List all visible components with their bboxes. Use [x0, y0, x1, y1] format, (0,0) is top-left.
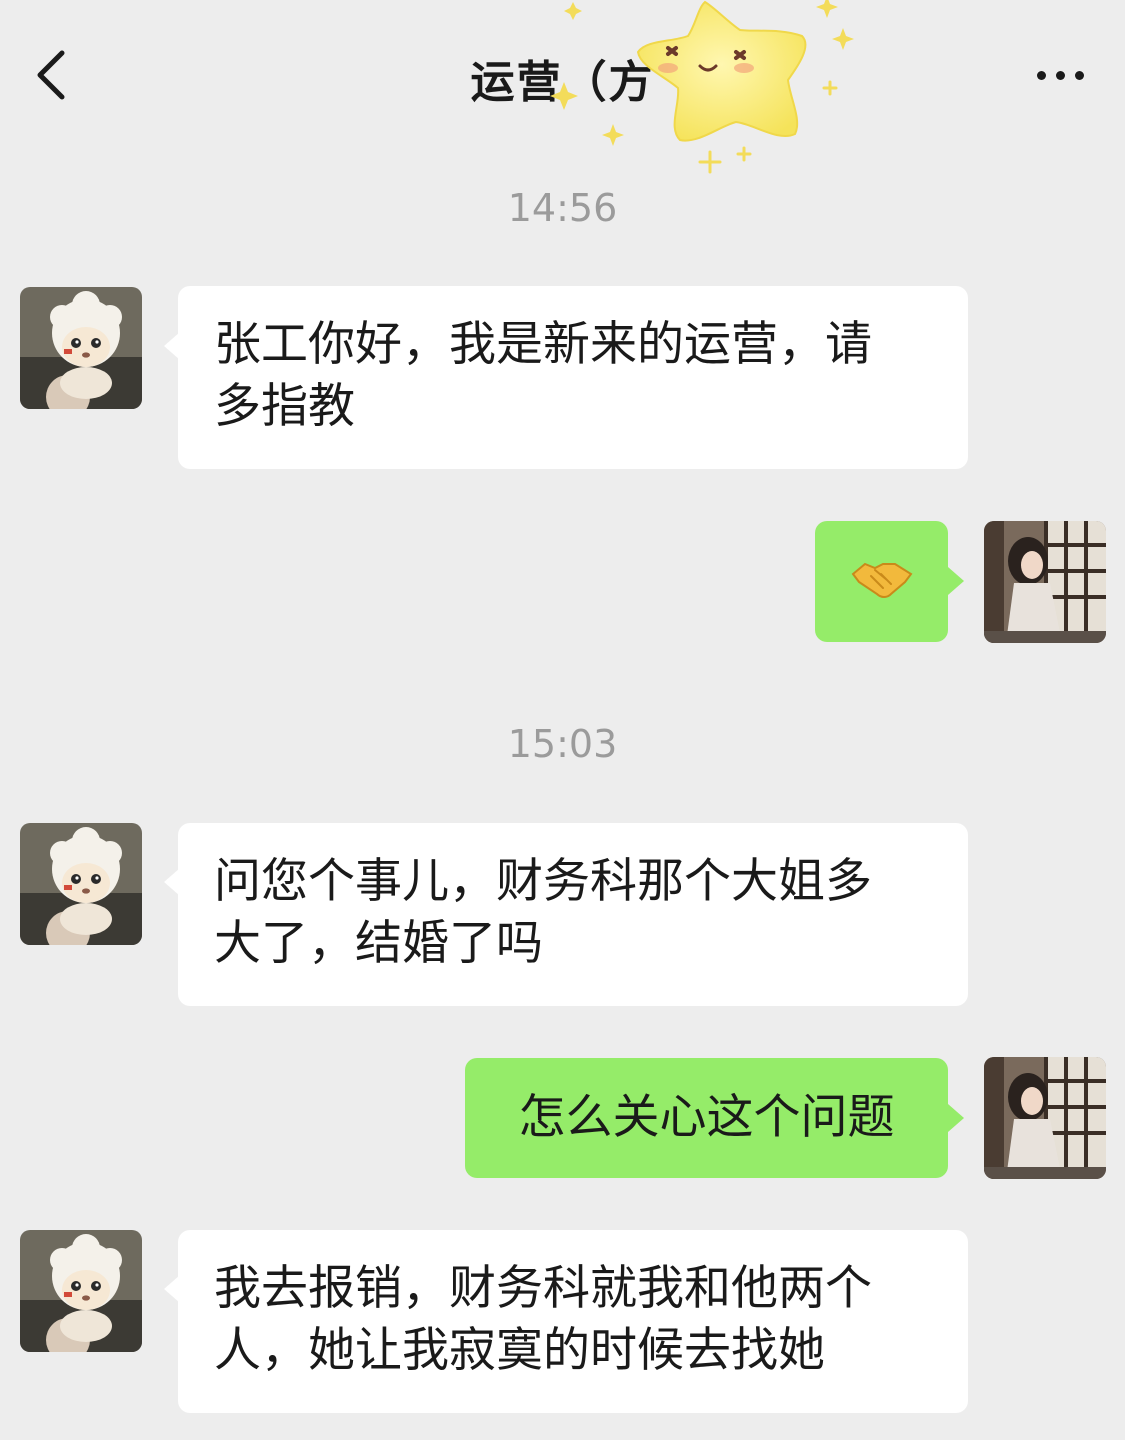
- girl-avatar-image: [984, 521, 1106, 643]
- more-dots-icon: [1036, 70, 1046, 80]
- message-text-line: 问您个事儿，财务科那个大姐多: [214, 854, 872, 909]
- smiling-star-sticker: [550, 0, 854, 174]
- sheep-avatar-image: [20, 287, 142, 409]
- message-text-line: 我去报销，财务科就我和他两个: [214, 1261, 872, 1316]
- sheep-cartoon-avatar[interactable]: [20, 287, 142, 409]
- message-text: 怎么关心这个问题: [518, 1090, 895, 1145]
- message-text-line: 人，她让我寂寞的时候去找她: [214, 1323, 825, 1378]
- sheep-cartoon-avatar[interactable]: [20, 1230, 142, 1352]
- message-text-line: 大了，结婚了吗: [214, 916, 543, 971]
- handshake-icon: [851, 554, 913, 610]
- message-text-line: 张工你好，我是新来的运营，请: [214, 317, 872, 372]
- sheep-avatar-image: [20, 823, 142, 945]
- girl-photo-avatar[interactable]: [984, 521, 1106, 643]
- message-timestamp: 14:56: [507, 186, 618, 230]
- girl-photo-avatar[interactable]: [984, 1057, 1106, 1179]
- outgoing-message-bubble[interactable]: 怎么关心这个问题: [465, 1058, 948, 1178]
- incoming-message-bubble[interactable]: 张工你好，我是新来的运营，请 多指教: [178, 286, 968, 469]
- bubble-tail: [948, 1104, 964, 1132]
- more-options-button[interactable]: [1020, 50, 1100, 100]
- message-timestamp: 15:03: [507, 722, 618, 766]
- outgoing-message-bubble[interactable]: [815, 521, 948, 642]
- incoming-message-bubble[interactable]: 我去报销，财务科就我和他两个 人，她让我寂寞的时候去找她: [178, 1230, 968, 1413]
- bubble-tail: [948, 567, 964, 595]
- message-text-line: 多指教: [214, 379, 355, 434]
- sheep-cartoon-avatar[interactable]: [20, 823, 142, 945]
- girl-avatar-image: [984, 1057, 1106, 1179]
- sheep-avatar-image: [20, 1230, 142, 1352]
- incoming-message-bubble[interactable]: 问您个事儿，财务科那个大姐多 大了，结婚了吗: [178, 823, 968, 1006]
- more-dot: [1074, 70, 1084, 80]
- more-dot: [1055, 70, 1065, 80]
